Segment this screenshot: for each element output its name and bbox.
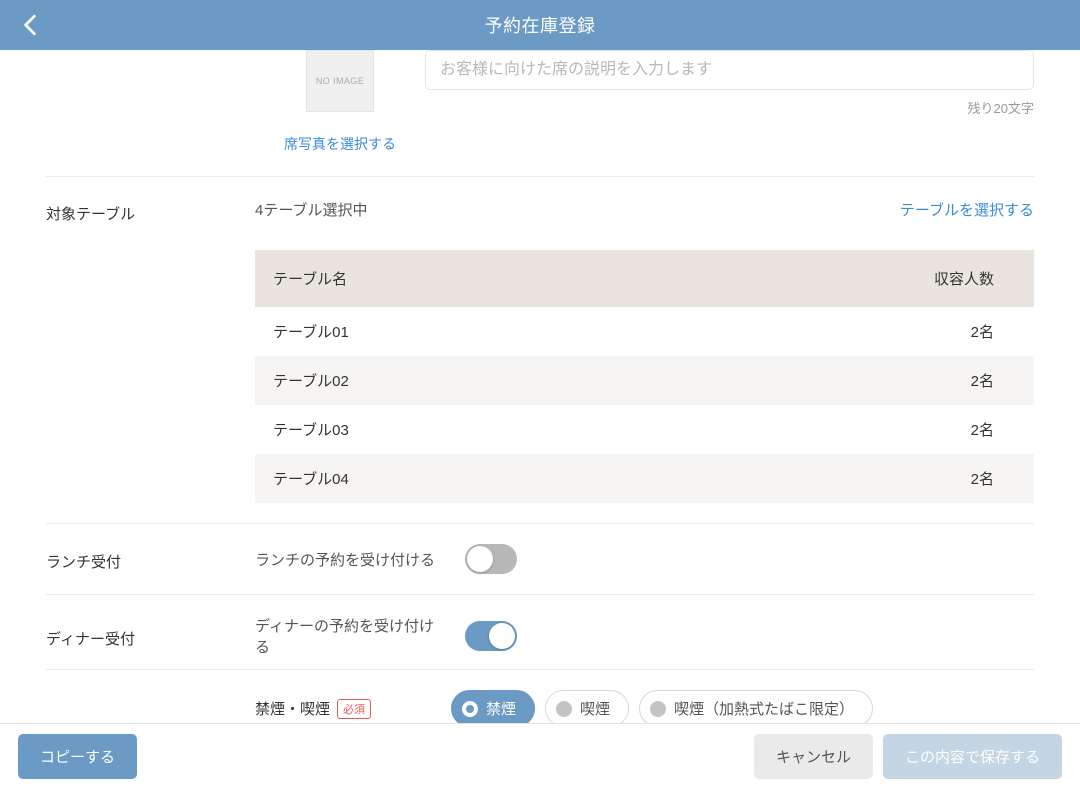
- lunch-content: ランチの予約を受け付ける: [255, 544, 1034, 574]
- table-name-cell: テーブル02: [273, 370, 349, 391]
- tables-content: 4テーブル選択中 テーブルを選択する テーブル名 収容人数 テーブル01 2名 …: [255, 199, 1034, 503]
- radio-icon: [556, 701, 572, 717]
- tables-label: 対象テーブル: [46, 199, 255, 503]
- tables-grid: テーブル名 収容人数 テーブル01 2名 テーブル02 2名 テーブル03 2名…: [255, 250, 1034, 503]
- smoking-option-yes[interactable]: 喫煙: [545, 690, 629, 723]
- copy-button[interactable]: コピーする: [18, 734, 137, 779]
- table-capacity-cell: 2名: [971, 321, 1016, 342]
- toggle-knob: [467, 546, 493, 572]
- smoking-label-spacer: [46, 670, 255, 723]
- char-remaining-text: 残り20文字: [425, 98, 1034, 117]
- table-name-cell: テーブル04: [273, 468, 349, 489]
- smoking-label: 禁煙・喫煙: [255, 698, 330, 719]
- select-photo-link[interactable]: 席写真を選択する: [284, 134, 396, 154]
- photo-column: NO IMAGE 席写真を選択する: [289, 50, 391, 154]
- smoking-option-heated-label: 喫煙（加熱式たばこ限定）: [674, 698, 854, 719]
- table-row: テーブル04 2名: [255, 454, 1034, 503]
- radio-icon: [650, 701, 666, 717]
- smoking-label-group: 禁煙・喫煙 必須: [255, 698, 371, 719]
- description-column: 残り20文字: [425, 50, 1034, 117]
- chevron-left-icon: [22, 14, 38, 36]
- lunch-toggle-text: ランチの予約を受け付ける: [255, 549, 445, 570]
- save-button[interactable]: この内容で保存する: [883, 734, 1062, 779]
- footer-bar: コピーする キャンセル この内容で保存する: [0, 723, 1080, 790]
- page-title: 予約在庫登録: [485, 12, 596, 38]
- table-capacity-cell: 2名: [971, 370, 1016, 391]
- table-row: テーブル02 2名: [255, 356, 1034, 405]
- required-badge: 必須: [337, 699, 371, 719]
- app-header: 予約在庫登録: [0, 0, 1080, 50]
- seat-description-input[interactable]: [425, 50, 1034, 90]
- smoking-option-no-label: 禁煙: [486, 698, 516, 719]
- table-name-cell: テーブル03: [273, 419, 349, 440]
- smoking-option-no[interactable]: 禁煙: [451, 690, 535, 723]
- dinner-toggle-text: ディナーの予約を受け付ける: [255, 615, 445, 657]
- tables-selected-count: 4テーブル選択中: [255, 199, 367, 220]
- table-header-capacity: 収容人数: [934, 268, 1016, 289]
- back-button[interactable]: [22, 14, 38, 36]
- tables-summary-row: 4テーブル選択中 テーブルを選択する: [255, 199, 1034, 220]
- smoking-row: 禁煙・喫煙 必須 禁煙 喫煙 喫煙（加熱式たばこ限定）: [255, 670, 1034, 723]
- table-header-name: テーブル名: [273, 268, 347, 289]
- table-header-row: テーブル名 収容人数: [255, 250, 1034, 307]
- smoking-option-yes-label: 喫煙: [580, 698, 610, 719]
- content-area: NO IMAGE 席写真を選択する 残り20文字 対象テーブル 4テーブル選択中…: [0, 50, 1080, 723]
- toggle-knob: [489, 623, 515, 649]
- cancel-button[interactable]: キャンセル: [754, 734, 873, 779]
- dinner-section: ディナー受付 ディナーの予約を受け付ける 禁煙・喫煙 必須 禁煙: [46, 595, 1034, 723]
- tables-section: 対象テーブル 4テーブル選択中 テーブルを選択する テーブル名 収容人数 テーブ…: [46, 177, 1034, 524]
- dinner-toggle[interactable]: [465, 621, 517, 651]
- table-capacity-cell: 2名: [971, 468, 1016, 489]
- lunch-toggle[interactable]: [465, 544, 517, 574]
- dinner-label: ディナー受付: [46, 624, 255, 649]
- table-name-cell: テーブル01: [273, 321, 349, 342]
- table-capacity-cell: 2名: [971, 419, 1016, 440]
- select-tables-link[interactable]: テーブルを選択する: [900, 199, 1034, 220]
- dinner-content: ディナーの予約を受け付ける: [255, 615, 1034, 657]
- no-image-placeholder: NO IMAGE: [306, 50, 374, 112]
- smoking-options: 禁煙 喫煙 喫煙（加熱式たばこ限定）: [451, 690, 873, 723]
- table-row: テーブル03 2名: [255, 405, 1034, 454]
- photo-section: NO IMAGE 席写真を選択する 残り20文字: [46, 50, 1034, 177]
- lunch-label: ランチ受付: [46, 547, 255, 572]
- radio-icon: [462, 701, 478, 717]
- lunch-section: ランチ受付 ランチの予約を受け付ける: [46, 524, 1034, 595]
- footer-right-group: キャンセル この内容で保存する: [754, 734, 1062, 779]
- smoking-option-heated[interactable]: 喫煙（加熱式たばこ限定）: [639, 690, 873, 723]
- table-row: テーブル01 2名: [255, 307, 1034, 356]
